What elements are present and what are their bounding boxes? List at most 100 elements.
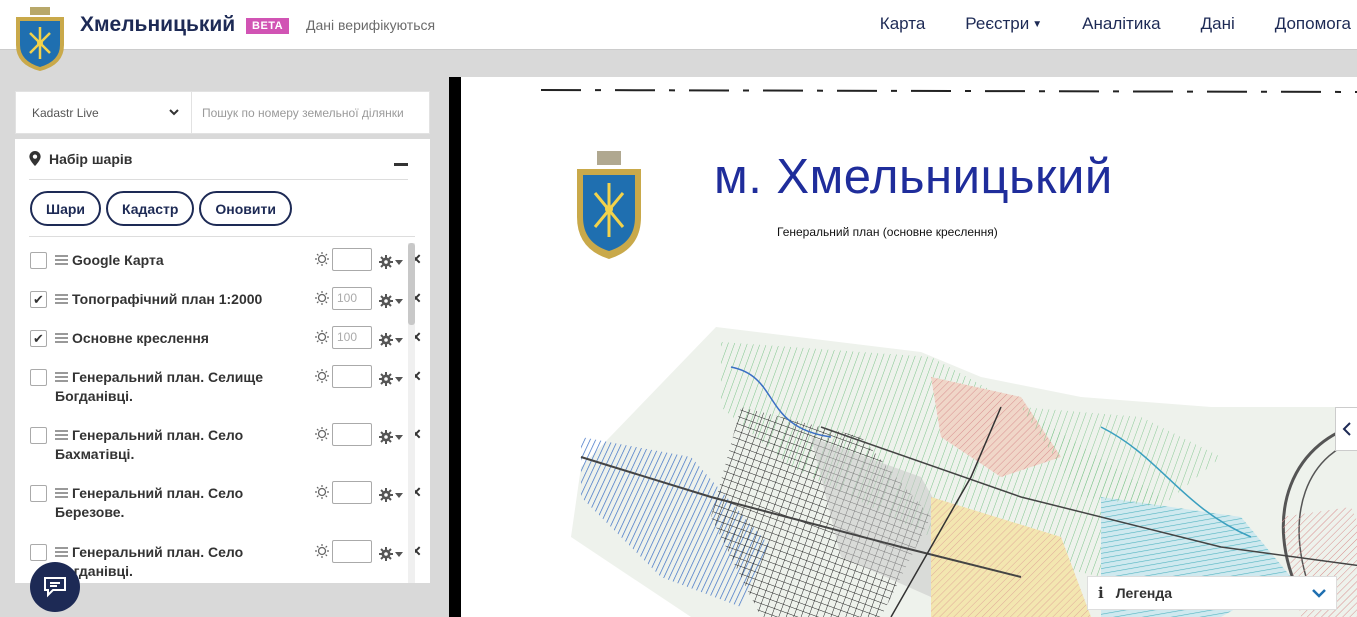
layer-name: Генеральний план. Селище Богданівці.: [55, 369, 264, 404]
nav-label: Аналітика: [1082, 14, 1161, 33]
layer-visibility-checkbox[interactable]: [30, 544, 47, 561]
top-header: Хмельницький BETA Дані верифікуються Кар…: [0, 0, 1357, 71]
main-nav: Карта Реєстри ▼ Аналітика Дані Допомога: [840, 14, 1351, 34]
opacity-input[interactable]: 100: [332, 326, 372, 349]
layer-visibility-checkbox[interactable]: [30, 485, 47, 502]
scroll-thumb[interactable]: [408, 243, 415, 325]
layer-row: Генеральний план. Село Богданівці. ✕: [29, 535, 422, 583]
brightness-icon: [315, 485, 329, 499]
nav-item-help[interactable]: Допомога: [1275, 14, 1351, 34]
legend-label: Легенда: [1115, 585, 1173, 601]
chevron-down-icon: [1312, 588, 1326, 598]
opacity-input[interactable]: 100: [332, 287, 372, 310]
map-pin-icon: [29, 151, 41, 166]
nav-label: Дані: [1200, 14, 1235, 33]
nav-item-registries[interactable]: Реєстри ▼: [965, 14, 1042, 34]
layer-settings-dropdown[interactable]: [379, 430, 403, 444]
nav-item-map[interactable]: Карта: [880, 14, 926, 34]
layer-settings-dropdown[interactable]: [379, 372, 403, 386]
side-panel-toggle[interactable]: [1335, 407, 1357, 451]
caret-down-icon: [395, 259, 403, 265]
gear-icon: [379, 488, 393, 502]
opacity-input[interactable]: [332, 540, 372, 563]
layer-row: Генеральний план. Селище Богданівці. ✕: [29, 360, 422, 418]
search-bar: Kadastr Live: [15, 91, 430, 134]
caret-down-icon: [395, 376, 403, 382]
nav-item-data[interactable]: Дані: [1201, 14, 1235, 34]
layers-panel-title: Набір шарів: [49, 151, 133, 167]
layer-row: Google Карта ✕: [29, 243, 422, 282]
chevron-down-icon: ▼: [1032, 18, 1043, 30]
collapse-minus-icon[interactable]: [394, 163, 408, 166]
gear-icon: [379, 547, 393, 561]
nav-label: Карта: [879, 14, 926, 33]
brightness-icon: [315, 252, 329, 266]
caret-down-icon: [395, 298, 403, 304]
layers-panel-header: Набір шарів: [29, 151, 408, 180]
nav-label: Допомога: [1274, 14, 1351, 33]
brightness-icon: [315, 369, 329, 383]
source-select-value: Kadastr Live: [32, 105, 99, 120]
layer-settings-dropdown[interactable]: [379, 488, 403, 502]
cadastre-button[interactable]: Кадастр: [106, 191, 195, 226]
nav-item-analytics[interactable]: Аналітика: [1082, 14, 1160, 34]
city-coat-of-arms-logo[interactable]: [14, 7, 66, 73]
caret-down-icon: [395, 492, 403, 498]
layer-row: ✔ Топографічний план 1:2000 100 ✕: [29, 282, 422, 321]
caret-down-icon: [395, 337, 403, 343]
layer-row: Генеральний план. Село Бахматівці. ✕: [29, 418, 422, 476]
layers-button[interactable]: Шари: [30, 191, 102, 226]
layers-panel: Набір шарів Шари Кадастр Оновити Google …: [15, 139, 430, 583]
layer-buttons: Шари Кадастр Оновити: [30, 191, 292, 226]
map-subtitle: Генеральний план (основне креслення): [777, 225, 998, 239]
opacity-input[interactable]: [332, 423, 372, 446]
source-select[interactable]: Kadastr Live: [16, 92, 192, 133]
map-canvas[interactable]: м. Хмельницький Генеральний план (основн…: [449, 77, 1357, 617]
layer-visibility-checkbox[interactable]: ✔: [30, 330, 47, 347]
layer-settings-dropdown[interactable]: [379, 294, 403, 308]
layer-settings-dropdown[interactable]: [379, 333, 403, 347]
caret-down-icon: [395, 551, 403, 557]
layer-settings-dropdown[interactable]: [379, 547, 403, 561]
chat-bubble-icon: [44, 577, 66, 598]
beta-badge: BETA: [246, 18, 290, 34]
brightness-icon: [315, 291, 329, 305]
layer-name: Google Карта: [72, 252, 164, 268]
gear-icon: [379, 294, 393, 308]
layer-visibility-checkbox[interactable]: [30, 369, 47, 386]
layer-name: Генеральний план. Село Березове.: [55, 485, 244, 520]
layer-list-scrollbar[interactable]: [408, 243, 415, 583]
layer-settings-dropdown[interactable]: [379, 255, 403, 269]
brightness-icon: [315, 330, 329, 344]
opacity-input[interactable]: [332, 481, 372, 504]
map-title: м. Хмельницький: [714, 150, 1113, 204]
nav-label: Реєстри: [965, 14, 1030, 33]
layer-visibility-checkbox[interactable]: [30, 427, 47, 444]
layer-name: Топографічний план 1:2000: [72, 291, 263, 307]
chevron-down-icon: [169, 109, 179, 116]
info-icon: i: [1098, 584, 1104, 602]
map-coat-of-arms-icon: [577, 151, 641, 259]
chat-button[interactable]: [30, 562, 80, 612]
divider: [29, 236, 415, 237]
brightness-icon: [315, 544, 329, 558]
layer-row: ✔ Основне креслення 100 ✕: [29, 321, 422, 360]
layer-name: Основне креслення: [72, 330, 209, 346]
parcel-search-input[interactable]: [192, 92, 429, 133]
layer-name: Генеральний план. Село Бахматівці.: [55, 427, 244, 462]
chevron-left-icon: [1342, 422, 1351, 436]
layer-name: Генеральний план. Село Богданівці.: [55, 544, 244, 579]
brand-title[interactable]: Хмельницький: [80, 13, 235, 37]
opacity-input[interactable]: [332, 365, 372, 388]
gear-icon: [379, 333, 393, 347]
gear-icon: [379, 430, 393, 444]
layer-visibility-checkbox[interactable]: ✔: [30, 291, 47, 308]
layer-visibility-checkbox[interactable]: [30, 252, 47, 269]
refresh-button[interactable]: Оновити: [199, 191, 292, 226]
brightness-icon: [315, 427, 329, 441]
caret-down-icon: [395, 434, 403, 440]
gear-icon: [379, 372, 393, 386]
opacity-input[interactable]: [332, 248, 372, 271]
gear-icon: [379, 255, 393, 269]
legend-toggle[interactable]: i Легенда: [1087, 576, 1337, 610]
